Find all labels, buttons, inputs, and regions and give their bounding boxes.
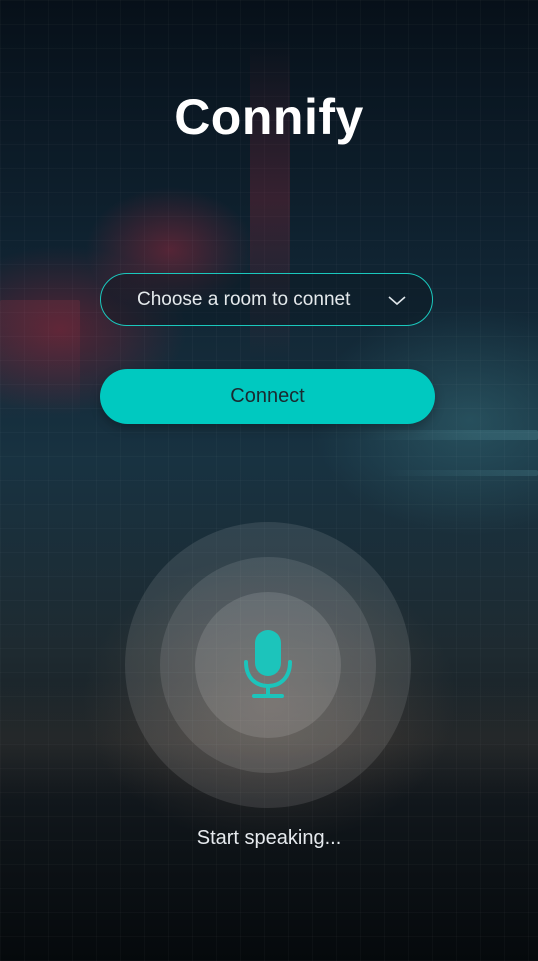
room-select-placeholder: Choose a room to connet [137, 289, 351, 310]
chevron-down-icon [388, 296, 406, 306]
microphone-icon[interactable] [242, 628, 294, 700]
app-title: Connify [174, 89, 364, 145]
background-light-streak [360, 430, 538, 440]
room-select-dropdown[interactable]: Choose a room to connet [100, 273, 433, 326]
background-light-streak [0, 300, 80, 420]
connect-button[interactable]: Connect [100, 369, 435, 424]
app-screen: Connify Choose a room to connet Connect … [0, 0, 538, 961]
background-light-streak [380, 470, 538, 476]
speaking-status: Start speaking... [196, 827, 342, 849]
